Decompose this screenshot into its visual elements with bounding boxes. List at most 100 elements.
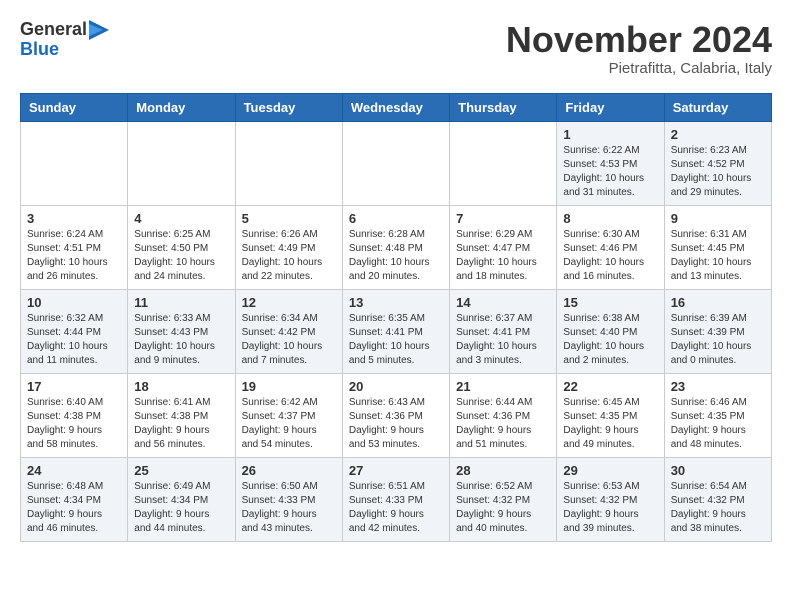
day-number: 12 xyxy=(242,295,336,310)
calendar-cell: 16 Sunrise: 6:39 AM Sunset: 4:39 PM Dayli… xyxy=(664,289,771,373)
day-info: Sunrise: 6:23 AM Sunset: 4:52 PM Dayligh… xyxy=(671,144,765,200)
day-info: Sunrise: 6:26 AM Sunset: 4:49 PM Dayligh… xyxy=(242,228,336,284)
day-info: Sunrise: 6:39 AM Sunset: 4:39 PM Dayligh… xyxy=(671,312,765,368)
day-info: Sunrise: 6:46 AM Sunset: 4:35 PM Dayligh… xyxy=(671,396,765,452)
day-number: 20 xyxy=(349,379,443,394)
calendar-cell: 18 Sunrise: 6:41 AM Sunset: 4:38 PM Dayli… xyxy=(128,373,235,457)
day-number: 10 xyxy=(27,295,121,310)
day-number: 9 xyxy=(671,211,765,226)
calendar-cell: 4 Sunrise: 6:25 AM Sunset: 4:50 PM Daylig… xyxy=(128,205,235,289)
day-info: Sunrise: 6:41 AM Sunset: 4:38 PM Dayligh… xyxy=(134,396,228,452)
day-info: Sunrise: 6:51 AM Sunset: 4:33 PM Dayligh… xyxy=(349,480,443,536)
calendar-cell: 2 Sunrise: 6:23 AM Sunset: 4:52 PM Daylig… xyxy=(664,121,771,205)
calendar-cell: 1 Sunrise: 6:22 AM Sunset: 4:53 PM Daylig… xyxy=(557,121,664,205)
day-number: 22 xyxy=(563,379,657,394)
calendar-cell: 26 Sunrise: 6:50 AM Sunset: 4:33 PM Dayli… xyxy=(235,457,342,541)
day-info: Sunrise: 6:32 AM Sunset: 4:44 PM Dayligh… xyxy=(27,312,121,368)
calendar-week-1: 1 Sunrise: 6:22 AM Sunset: 4:53 PM Daylig… xyxy=(21,121,772,205)
day-number: 27 xyxy=(349,463,443,478)
calendar-cell xyxy=(450,121,557,205)
day-info: Sunrise: 6:53 AM Sunset: 4:32 PM Dayligh… xyxy=(563,480,657,536)
day-info: Sunrise: 6:28 AM Sunset: 4:48 PM Dayligh… xyxy=(349,228,443,284)
day-number: 26 xyxy=(242,463,336,478)
title-block: November 2024 Pietrafitta, Calabria, Ita… xyxy=(506,20,772,77)
day-number: 11 xyxy=(134,295,228,310)
day-info: Sunrise: 6:40 AM Sunset: 4:38 PM Dayligh… xyxy=(27,396,121,452)
day-number: 21 xyxy=(456,379,550,394)
day-info: Sunrise: 6:22 AM Sunset: 4:53 PM Dayligh… xyxy=(563,144,657,200)
calendar-cell: 7Sunrise: 6:29 AM Sunset: 4:47 PM Daylig… xyxy=(450,205,557,289)
day-number: 17 xyxy=(27,379,121,394)
logo-blue: Blue xyxy=(20,40,109,60)
day-number: 7 xyxy=(456,211,550,226)
header-saturday: Saturday xyxy=(664,93,771,121)
calendar-cell: 19 Sunrise: 6:42 AM Sunset: 4:37 PM Dayli… xyxy=(235,373,342,457)
calendar-cell: 21 Sunrise: 6:44 AM Sunset: 4:36 PM Dayli… xyxy=(450,373,557,457)
calendar-cell: 27 Sunrise: 6:51 AM Sunset: 4:33 PM Dayli… xyxy=(342,457,449,541)
calendar-cell: 3 Sunrise: 6:24 AM Sunset: 4:51 PM Daylig… xyxy=(21,205,128,289)
calendar-cell: 6 Sunrise: 6:28 AM Sunset: 4:48 PM Daylig… xyxy=(342,205,449,289)
day-number: 16 xyxy=(671,295,765,310)
day-number: 28 xyxy=(456,463,550,478)
day-info: Sunrise: 6:45 AM Sunset: 4:35 PM Dayligh… xyxy=(563,396,657,452)
day-info: Sunrise: 6:34 AM Sunset: 4:42 PM Dayligh… xyxy=(242,312,336,368)
day-info: Sunrise: 6:25 AM Sunset: 4:50 PM Dayligh… xyxy=(134,228,228,284)
day-number: 15 xyxy=(563,295,657,310)
day-info: Sunrise: 6:35 AM Sunset: 4:41 PM Dayligh… xyxy=(349,312,443,368)
calendar-cell xyxy=(128,121,235,205)
header-monday: Monday xyxy=(128,93,235,121)
day-info: Sunrise: 6:33 AM Sunset: 4:43 PM Dayligh… xyxy=(134,312,228,368)
calendar-cell xyxy=(21,121,128,205)
day-info: Sunrise: 6:50 AM Sunset: 4:33 PM Dayligh… xyxy=(242,480,336,536)
day-number: 1 xyxy=(563,127,657,142)
month-title: November 2024 xyxy=(506,20,772,60)
day-number: 30 xyxy=(671,463,765,478)
day-info: Sunrise: 6:42 AM Sunset: 4:37 PM Dayligh… xyxy=(242,396,336,452)
calendar-cell: 13Sunrise: 6:35 AM Sunset: 4:41 PM Dayli… xyxy=(342,289,449,373)
logo: General Blue xyxy=(20,20,109,60)
day-info: Sunrise: 6:30 AM Sunset: 4:46 PM Dayligh… xyxy=(563,228,657,284)
day-number: 4 xyxy=(134,211,228,226)
day-number: 8 xyxy=(563,211,657,226)
header-wednesday: Wednesday xyxy=(342,93,449,121)
calendar-cell: 8 Sunrise: 6:30 AM Sunset: 4:46 PM Daylig… xyxy=(557,205,664,289)
day-info: Sunrise: 6:43 AM Sunset: 4:36 PM Dayligh… xyxy=(349,396,443,452)
calendar-cell: 24Sunrise: 6:48 AM Sunset: 4:34 PM Dayli… xyxy=(21,457,128,541)
location: Pietrafitta, Calabria, Italy xyxy=(506,60,772,77)
day-number: 18 xyxy=(134,379,228,394)
calendar-cell: 5 Sunrise: 6:26 AM Sunset: 4:49 PM Daylig… xyxy=(235,205,342,289)
calendar-cell: 28Sunrise: 6:52 AM Sunset: 4:32 PM Dayli… xyxy=(450,457,557,541)
calendar-week-4: 17 Sunrise: 6:40 AM Sunset: 4:38 PM Dayli… xyxy=(21,373,772,457)
day-number: 5 xyxy=(242,211,336,226)
calendar-cell: 10 Sunrise: 6:32 AM Sunset: 4:44 PM Dayli… xyxy=(21,289,128,373)
calendar-week-5: 24Sunrise: 6:48 AM Sunset: 4:34 PM Dayli… xyxy=(21,457,772,541)
page-header: General Blue November 2024 Pietrafitta, … xyxy=(20,20,772,77)
day-number: 19 xyxy=(242,379,336,394)
calendar-cell: 30Sunrise: 6:54 AM Sunset: 4:32 PM Dayli… xyxy=(664,457,771,541)
day-number: 6 xyxy=(349,211,443,226)
calendar-cell xyxy=(235,121,342,205)
day-number: 2 xyxy=(671,127,765,142)
day-info: Sunrise: 6:49 AM Sunset: 4:34 PM Dayligh… xyxy=(134,480,228,536)
logo-general: General xyxy=(20,20,87,40)
day-number: 3 xyxy=(27,211,121,226)
calendar-cell: 17 Sunrise: 6:40 AM Sunset: 4:38 PM Dayli… xyxy=(21,373,128,457)
header-sunday: Sunday xyxy=(21,93,128,121)
day-info: Sunrise: 6:44 AM Sunset: 4:36 PM Dayligh… xyxy=(456,396,550,452)
header-friday: Friday xyxy=(557,93,664,121)
calendar-cell: 15Sunrise: 6:38 AM Sunset: 4:40 PM Dayli… xyxy=(557,289,664,373)
header-tuesday: Tuesday xyxy=(235,93,342,121)
day-info: Sunrise: 6:24 AM Sunset: 4:51 PM Dayligh… xyxy=(27,228,121,284)
header-thursday: Thursday xyxy=(450,93,557,121)
calendar-cell: 14Sunrise: 6:37 AM Sunset: 4:41 PM Dayli… xyxy=(450,289,557,373)
calendar-cell: 25 Sunrise: 6:49 AM Sunset: 4:34 PM Dayli… xyxy=(128,457,235,541)
calendar-cell: 11 Sunrise: 6:33 AM Sunset: 4:43 PM Dayli… xyxy=(128,289,235,373)
day-number: 23 xyxy=(671,379,765,394)
calendar-cell xyxy=(342,121,449,205)
calendar-week-2: 3 Sunrise: 6:24 AM Sunset: 4:51 PM Daylig… xyxy=(21,205,772,289)
day-info: Sunrise: 6:37 AM Sunset: 4:41 PM Dayligh… xyxy=(456,312,550,368)
day-number: 25 xyxy=(134,463,228,478)
calendar-week-3: 10 Sunrise: 6:32 AM Sunset: 4:44 PM Dayli… xyxy=(21,289,772,373)
calendar-header-row: SundayMondayTuesdayWednesdayThursdayFrid… xyxy=(21,93,772,121)
calendar-cell: 9Sunrise: 6:31 AM Sunset: 4:45 PM Daylig… xyxy=(664,205,771,289)
